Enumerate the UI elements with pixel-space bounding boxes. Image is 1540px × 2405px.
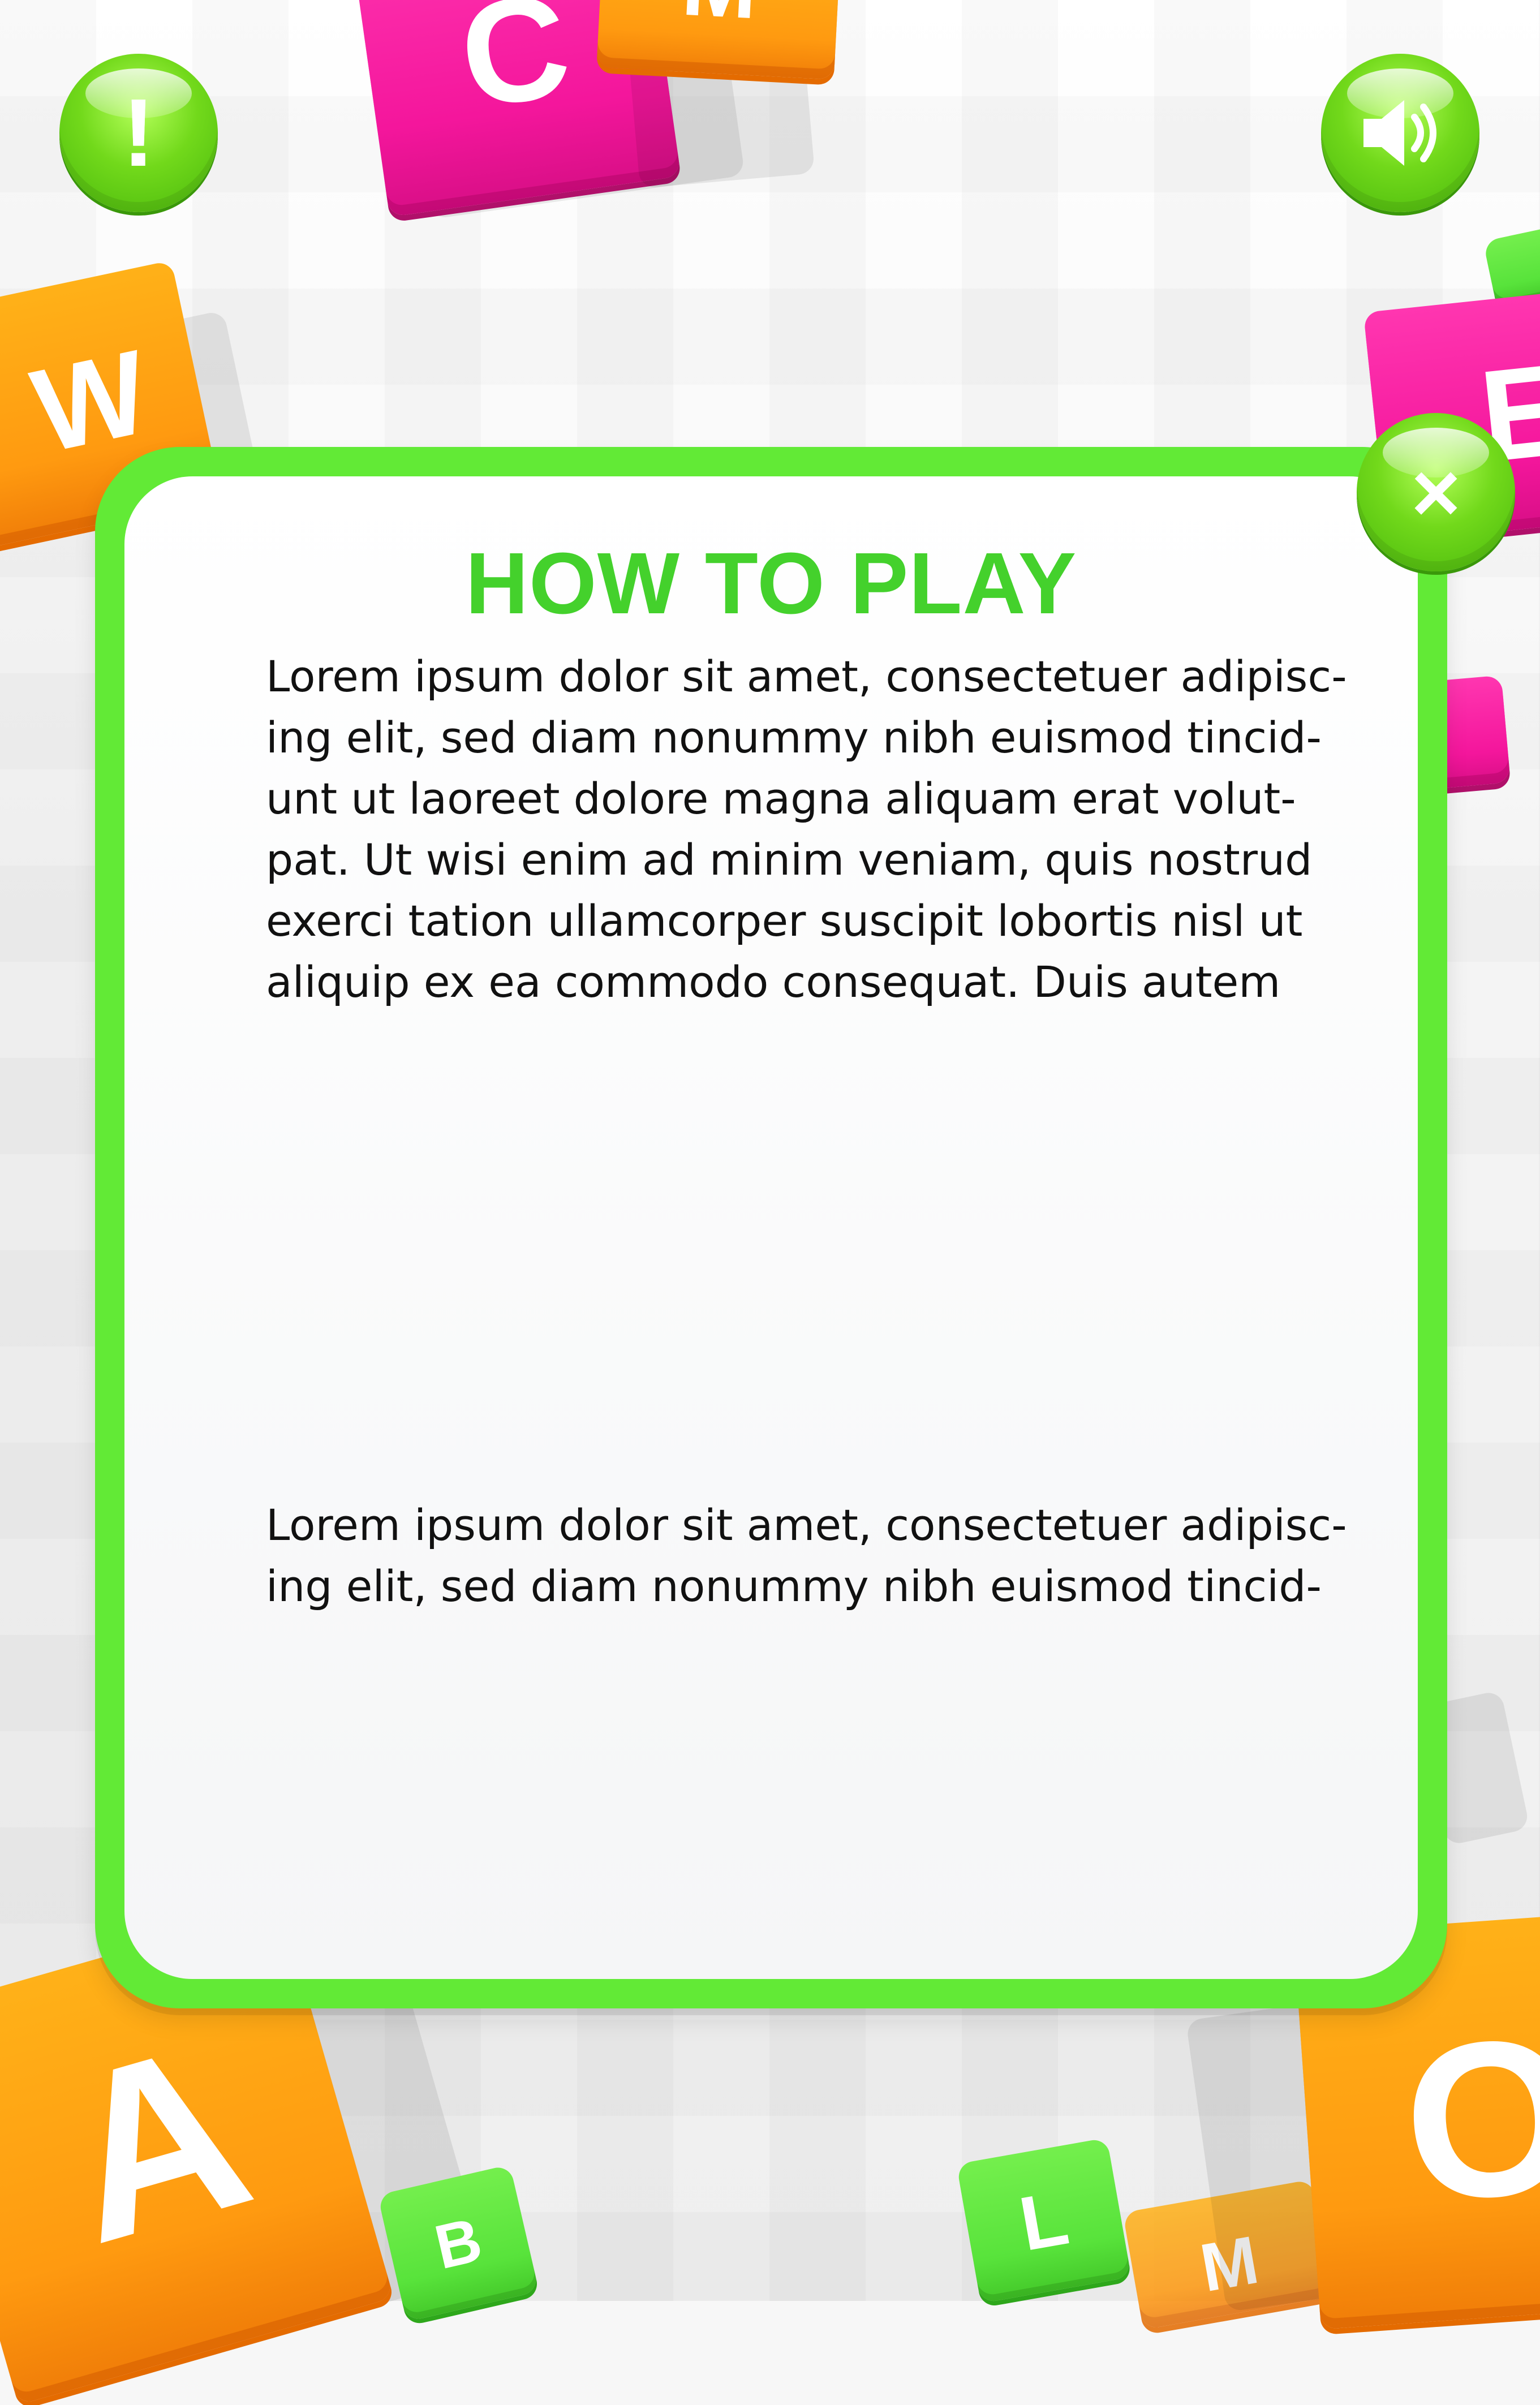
instructions-line-7: Lorem ipsum dolor sit amet, consectetuer… (266, 1500, 1347, 1550)
speaker-icon (1363, 100, 1436, 166)
instructions-paragraph-2: Lorem ipsum dolor sit amet, consectetuer… (266, 1495, 1347, 1617)
tile-m-top: M (596, 0, 841, 80)
tile-o-letter: O (1396, 1989, 1540, 2248)
instructions-paragraph-1: Lorem ipsum dolor sit amet, consectetuer… (266, 646, 1347, 1013)
close-icon: × (1411, 445, 1461, 540)
instructions-line-5: exerci tation ullamcorper suscipit lobor… (266, 896, 1303, 946)
close-button[interactable]: × (1357, 413, 1515, 571)
tile-b-letter: B (428, 2204, 488, 2282)
instructions-line-8: ing elit, sed diam nonummy nibh euismod … (266, 1561, 1322, 1611)
sound-button[interactable] (1321, 54, 1479, 212)
instructions-line-3: unt ut laoreet dolore magna aliquam erat… (266, 773, 1296, 824)
instructions-line-2: ing elit, sed diam nonummy nibh euismod … (266, 712, 1322, 763)
instructions-line-1: Lorem ipsum dolor sit amet, consectetuer… (266, 651, 1347, 702)
tile-m-top-letter: M (679, 0, 760, 39)
info-button[interactable]: ! (59, 54, 218, 212)
how-to-play-panel: HOW TO PLAY Lorem ipsum dolor sit amet, … (95, 447, 1447, 2008)
how-to-play-panel-inner: HOW TO PLAY Lorem ipsum dolor sit amet, … (124, 476, 1418, 1979)
instructions-line-4: pat. Ut wisi enim ad minim veniam, quis … (266, 834, 1313, 885)
tile-a-letter: A (36, 1991, 274, 2294)
tile-c-letter: C (450, 0, 579, 140)
tile-l: L (956, 2137, 1132, 2304)
info-icon: ! (122, 79, 155, 187)
page-title: HOW TO PLAY (465, 535, 1077, 632)
instructions-line-6: aliquip ex ea commodo consequat. Duis au… (266, 957, 1281, 1007)
tile-l-letter: L (1013, 2174, 1074, 2267)
